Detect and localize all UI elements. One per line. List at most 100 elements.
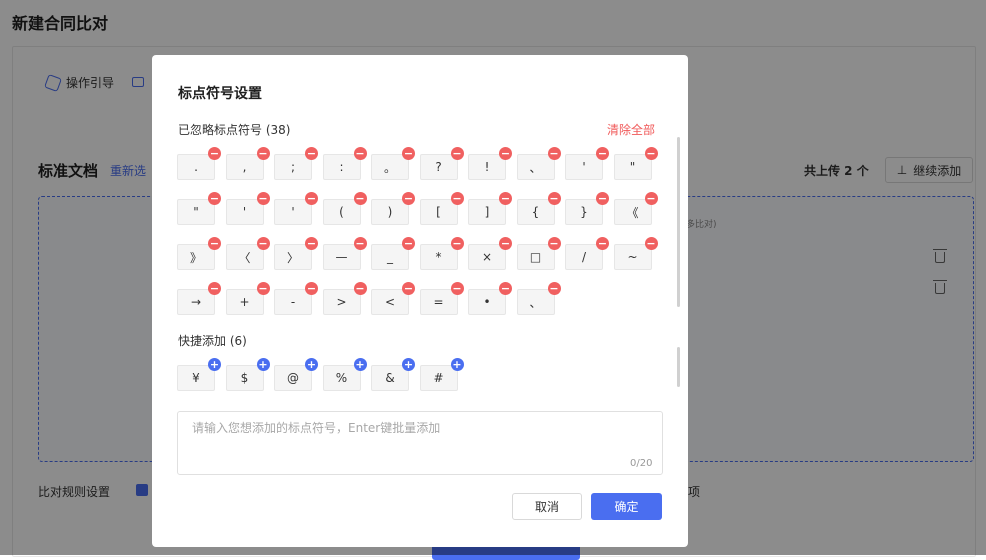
remove-icon[interactable]: − xyxy=(596,237,609,250)
remove-icon[interactable]: − xyxy=(499,147,512,160)
ignored-symbol-key[interactable]: - − xyxy=(274,282,318,315)
remove-icon[interactable]: − xyxy=(208,282,221,295)
ignored-symbol-key[interactable]: 》 − xyxy=(177,237,221,270)
ignored-symbol-key[interactable]: " − xyxy=(177,192,221,225)
remove-icon[interactable]: − xyxy=(353,192,367,205)
ignored-symbol-key[interactable]: [− xyxy=(419,192,464,225)
remove-icon[interactable]: − xyxy=(450,237,464,250)
remove-icon[interactable]: − xyxy=(596,192,609,205)
remove-icon[interactable]: − xyxy=(208,192,221,205)
ignored-symbol-key[interactable]: / − xyxy=(565,237,609,270)
cancel-button[interactable]: 取消 xyxy=(512,493,582,520)
remove-icon[interactable]: − xyxy=(499,192,512,205)
ignored-symbol-key[interactable]: 、 − xyxy=(516,282,561,315)
ignored-symbol-key[interactable]: ] − xyxy=(468,192,512,225)
remove-icon[interactable]: − xyxy=(402,282,415,295)
ignored-symbol-key[interactable]: * − xyxy=(419,237,464,270)
remove-icon[interactable]: − xyxy=(305,147,318,160)
remove-icon[interactable]: − xyxy=(450,282,464,295)
ignored-scrollbar[interactable] xyxy=(677,137,680,307)
remove-icon[interactable]: − xyxy=(402,192,415,205)
remove-icon[interactable]: − xyxy=(305,282,318,295)
ignored-symbol-key[interactable]: ' − xyxy=(274,192,318,225)
remove-icon[interactable]: − xyxy=(305,192,318,205)
remove-icon[interactable]: − xyxy=(353,282,367,295)
quick-symbol-key[interactable]: @ + xyxy=(274,358,318,391)
remove-icon[interactable]: − xyxy=(208,147,221,160)
ignored-symbol-key[interactable]: ; − xyxy=(274,147,318,180)
ignored-symbol-key[interactable]: 《 − xyxy=(613,192,658,225)
remove-icon[interactable]: − xyxy=(353,237,367,250)
clear-all-button[interactable]: 清除全部 xyxy=(607,121,655,138)
remove-icon[interactable]: − xyxy=(596,147,609,160)
remove-icon[interactable]: − xyxy=(547,282,561,295)
quick-symbol-key[interactable]: ¥ + xyxy=(177,358,221,391)
remove-icon[interactable]: − xyxy=(208,237,221,250)
quick-scrollbar[interactable] xyxy=(677,347,680,387)
quick-symbol-key[interactable]: $ + xyxy=(225,358,270,391)
ignored-symbol-key[interactable]: • − xyxy=(468,282,512,315)
ignored-symbol-key[interactable]: > − xyxy=(322,282,367,315)
ignored-symbol-key[interactable]: _ − xyxy=(371,237,415,270)
remove-icon[interactable]: − xyxy=(256,147,270,160)
remove-icon[interactable]: − xyxy=(402,237,415,250)
ignored-symbol-key[interactable]: ? − xyxy=(419,147,464,180)
remove-icon[interactable]: − xyxy=(353,147,367,160)
ignored-symbol-key[interactable]: + − xyxy=(225,282,270,315)
ignored-symbol-key[interactable]: : − xyxy=(322,147,367,180)
remove-icon[interactable]: − xyxy=(305,237,318,250)
add-icon[interactable]: + xyxy=(402,358,415,371)
ignored-symbol-key[interactable]: × − xyxy=(468,237,512,270)
remove-icon[interactable]: − xyxy=(644,147,658,160)
symbol-label: & xyxy=(385,371,395,385)
ignored-symbol-key[interactable]: } − xyxy=(565,192,609,225)
ignored-symbol-key[interactable]: = − xyxy=(419,282,464,315)
ignored-symbol-key[interactable]: ' − xyxy=(565,147,609,180)
symbol-label: ; xyxy=(290,160,296,174)
symbol-label: " xyxy=(629,160,636,174)
remove-icon[interactable]: − xyxy=(644,192,658,205)
ignored-symbol-key[interactable]: 〉 − xyxy=(274,237,318,270)
remove-icon[interactable]: − xyxy=(402,147,415,160)
ignored-symbol-key[interactable]: ! − xyxy=(468,147,512,180)
remove-icon[interactable]: − xyxy=(450,192,464,205)
add-icon[interactable]: + xyxy=(353,358,367,371)
ignored-symbol-key[interactable]: , − xyxy=(225,147,270,180)
ignored-symbol-key[interactable]: ) − xyxy=(371,192,415,225)
quick-symbol-key[interactable]: & + xyxy=(371,358,415,391)
remove-icon[interactable]: − xyxy=(450,147,464,160)
symbol-label: □ xyxy=(529,250,542,264)
ignored-symbol-key[interactable]: 、 − xyxy=(516,147,561,180)
symbol-label: ¥ xyxy=(192,371,200,385)
symbol-label: ) xyxy=(387,205,393,219)
ignored-symbol-key[interactable]: 〈 − xyxy=(225,237,270,270)
remove-icon[interactable]: − xyxy=(256,237,270,250)
ignored-symbol-key[interactable]: (− xyxy=(322,192,367,225)
remove-icon[interactable]: − xyxy=(547,147,561,160)
add-icon[interactable]: + xyxy=(256,358,270,371)
ok-button[interactable]: 确定 xyxy=(591,493,662,520)
ignored-symbol-key[interactable]: < − xyxy=(371,282,415,315)
remove-icon[interactable]: − xyxy=(644,237,658,250)
ignored-symbol-key[interactable]: {− xyxy=(516,192,561,225)
quick-symbol-key[interactable]: # + xyxy=(419,358,464,391)
add-icon[interactable]: + xyxy=(450,358,464,371)
ignored-symbol-key[interactable]: → − xyxy=(177,282,221,315)
add-icon[interactable]: + xyxy=(305,358,318,371)
ignored-symbol-key[interactable]: ~ − xyxy=(613,237,658,270)
quick-symbol-key[interactable]: % + xyxy=(322,358,367,391)
ignored-symbol-key[interactable]: . − xyxy=(177,147,221,180)
remove-icon[interactable]: − xyxy=(547,237,561,250)
ignored-symbol-key[interactable]: " − xyxy=(613,147,658,180)
ignored-symbol-key[interactable]: — − xyxy=(322,237,367,270)
symbol-input[interactable] xyxy=(177,411,663,475)
add-icon[interactable]: + xyxy=(208,358,221,371)
ignored-symbol-key[interactable]: 。 − xyxy=(371,147,415,180)
remove-icon[interactable]: − xyxy=(547,192,561,205)
remove-icon[interactable]: − xyxy=(256,282,270,295)
ignored-symbol-key[interactable]: □ − xyxy=(516,237,561,270)
ignored-symbol-key[interactable]: ' − xyxy=(225,192,270,225)
remove-icon[interactable]: − xyxy=(499,237,512,250)
remove-icon[interactable]: − xyxy=(256,192,270,205)
remove-icon[interactable]: − xyxy=(499,282,512,295)
